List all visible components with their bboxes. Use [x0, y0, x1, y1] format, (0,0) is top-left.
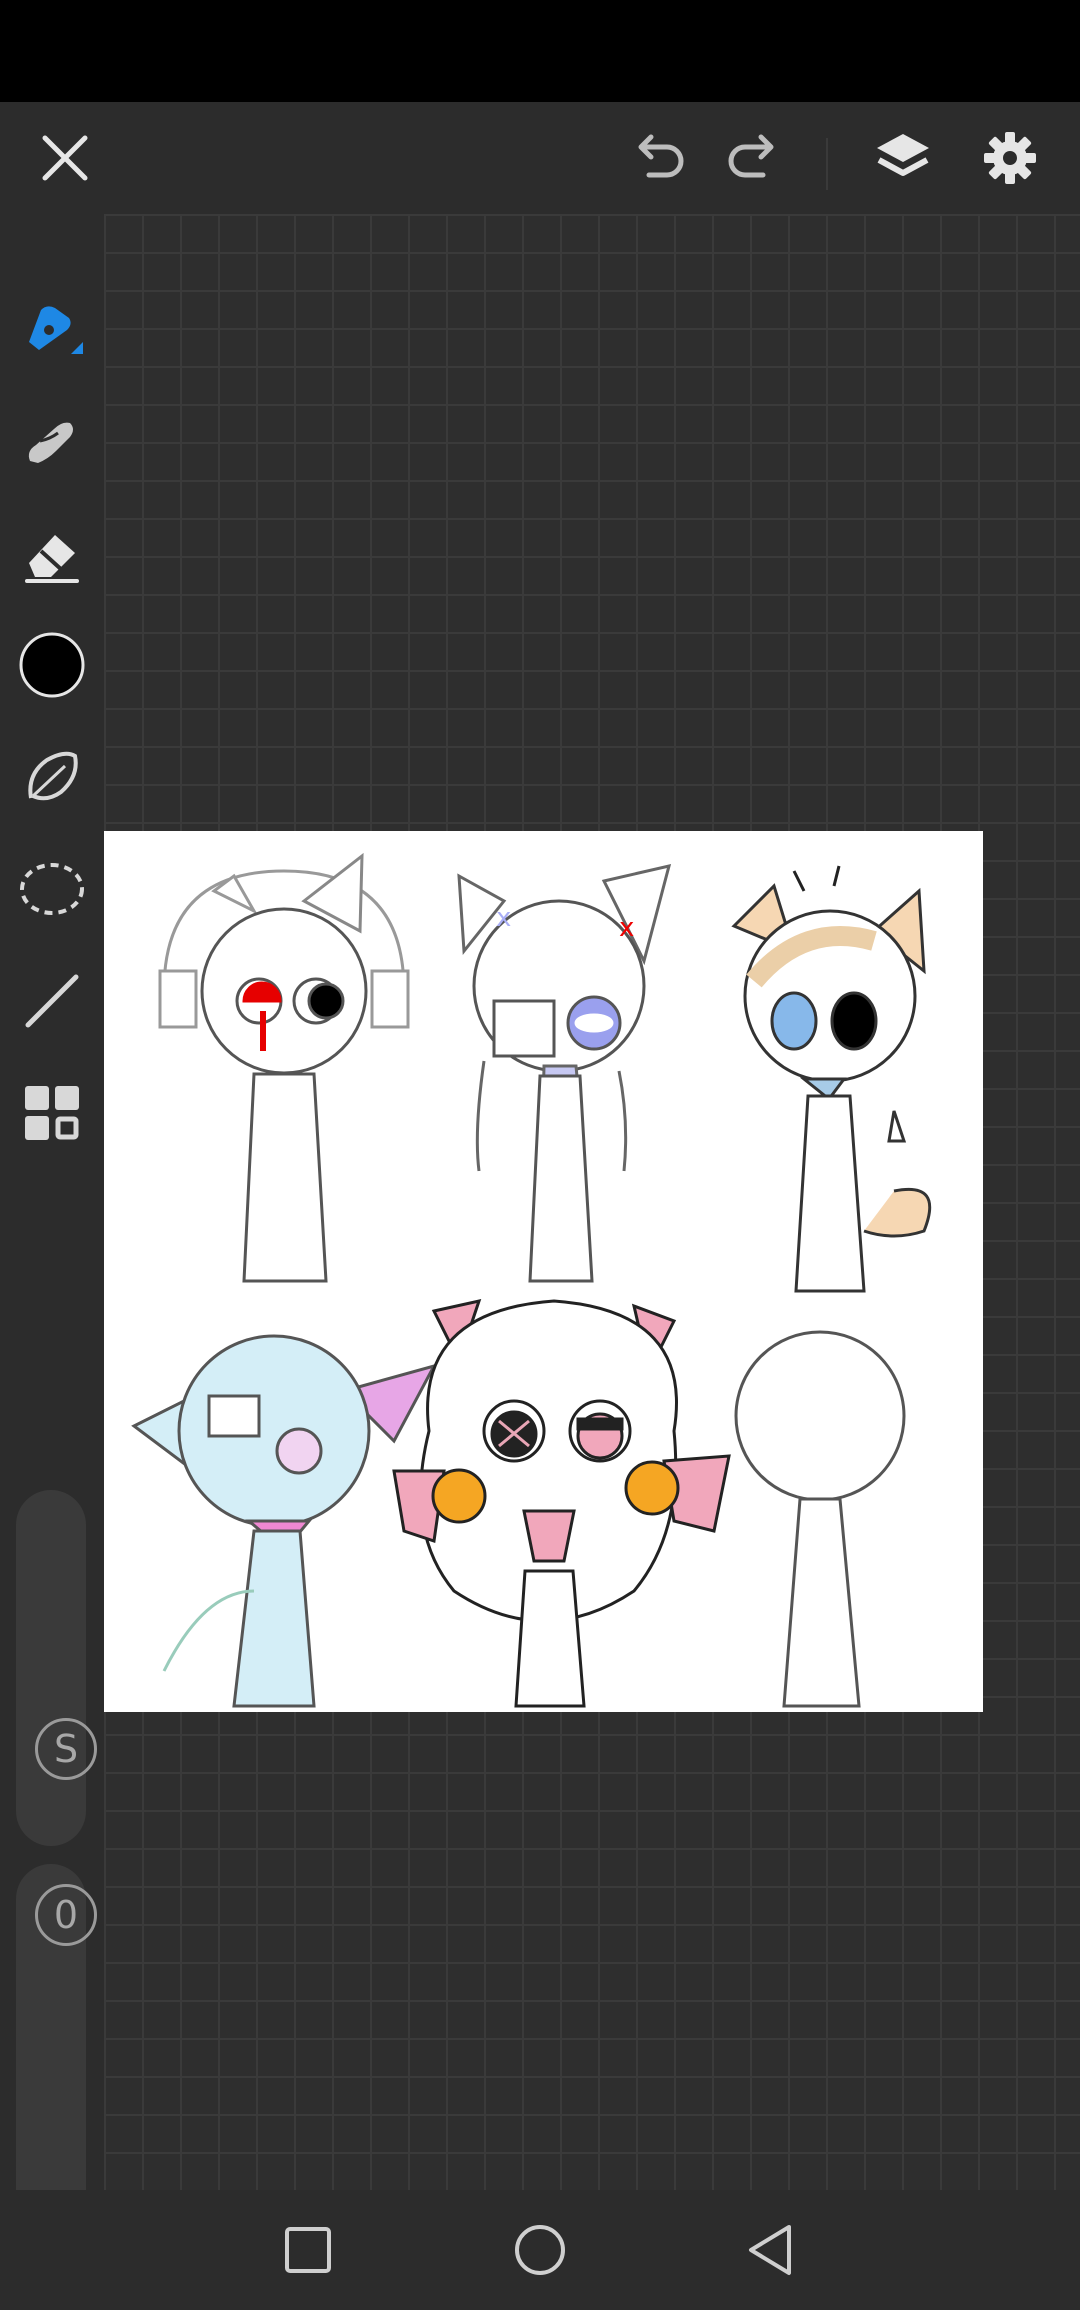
grid-menu-icon — [25, 1086, 79, 1140]
eraser-icon — [25, 535, 79, 583]
home-icon — [515, 2225, 565, 2275]
opacity-badge: 0 — [35, 1884, 97, 1946]
toolbar-divider — [826, 138, 828, 190]
eraser-tool-button[interactable] — [0, 510, 104, 600]
pen-tool-button[interactable] — [0, 284, 104, 374]
status-bar — [0, 0, 1080, 102]
layers-button[interactable] — [862, 102, 944, 214]
more-tools-button[interactable] — [0, 1068, 104, 1158]
top-toolbar — [0, 102, 1080, 214]
smudge-tool-button[interactable] — [0, 396, 104, 486]
selection-icon — [20, 863, 84, 915]
layers-icon — [877, 134, 929, 176]
drawing-canvas[interactable]: x x — [104, 831, 983, 1712]
recents-icon — [285, 2227, 331, 2273]
pen-icon — [29, 306, 83, 354]
color-swatch-button[interactable] — [0, 620, 104, 710]
redo-button[interactable] — [712, 102, 794, 214]
brush-size-slider[interactable]: S — [16, 1490, 97, 1846]
settings-icon — [984, 132, 1036, 184]
color-swatch — [19, 632, 85, 698]
svg-text:x: x — [496, 903, 511, 933]
lasso-tool-button[interactable] — [0, 732, 104, 822]
system-navigation-bar — [0, 2190, 1080, 2310]
character-drawings: x x — [131, 852, 932, 1708]
lasso-icon — [28, 751, 78, 801]
selection-tool-button[interactable] — [0, 844, 104, 934]
redo-icon — [728, 134, 774, 178]
svg-text:x: x — [619, 913, 634, 943]
close-icon — [42, 135, 88, 181]
undo-button[interactable] — [618, 102, 700, 214]
undo-icon — [638, 134, 684, 178]
back-button[interactable] — [700, 2190, 840, 2310]
settings-button[interactable] — [968, 102, 1052, 214]
back-icon — [749, 2225, 791, 2275]
line-tool-button[interactable] — [0, 956, 104, 1046]
tool-sidebar: S 0 — [0, 214, 104, 2264]
smudge-icon — [28, 422, 73, 463]
close-button[interactable] — [20, 102, 110, 214]
size-badge: S — [35, 1718, 97, 1780]
recents-button[interactable] — [238, 2190, 378, 2310]
home-button[interactable] — [470, 2190, 610, 2310]
line-icon — [25, 974, 79, 1028]
